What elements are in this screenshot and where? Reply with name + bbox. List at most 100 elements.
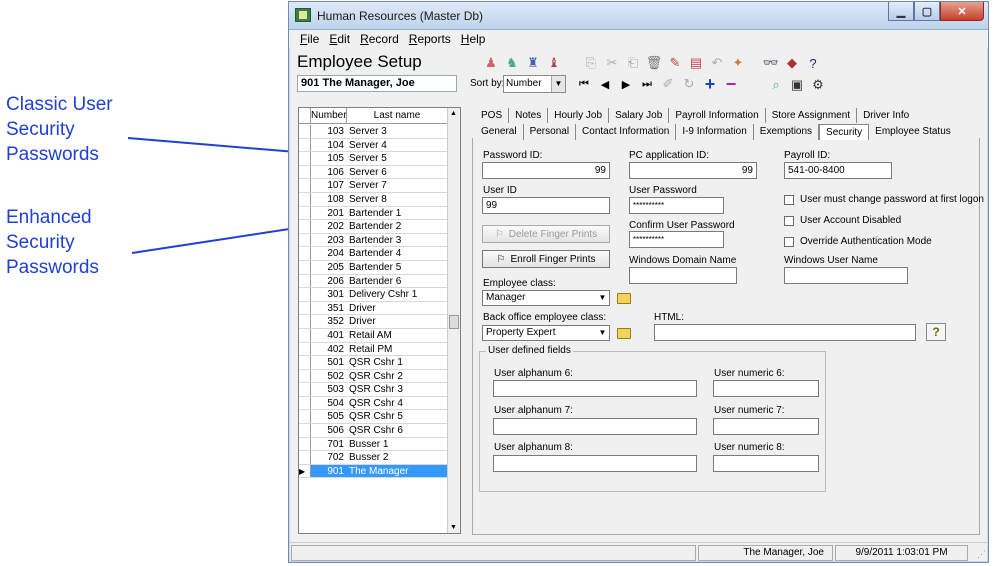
tab-payroll-information[interactable]: Payroll Information xyxy=(669,108,766,123)
pc-app-id-field[interactable]: 99 xyxy=(629,162,757,179)
table-row[interactable]: 206 Bartender 6 xyxy=(299,274,447,289)
account-disabled-checkbox[interactable]: User Account Disabled xyxy=(784,215,901,226)
resize-grip-icon[interactable]: ⋰ xyxy=(977,549,986,560)
window-icon[interactable]: ▣ xyxy=(788,76,806,94)
row-selector[interactable] xyxy=(299,410,311,424)
tab-store-assignment[interactable]: Store Assignment xyxy=(766,108,858,123)
employee-find-icon[interactable]: ♜ xyxy=(524,54,542,72)
trash-icon[interactable]: 🗑 xyxy=(645,54,663,72)
row-selector[interactable] xyxy=(299,451,311,464)
scroll-down-icon[interactable]: ▼ xyxy=(450,524,457,531)
table-row[interactable]: 106 Server 6 xyxy=(299,165,447,180)
row-selector[interactable] xyxy=(299,220,311,233)
next-record-icon[interactable]: ▶ xyxy=(617,75,635,93)
scroll-up-icon[interactable]: ▲ xyxy=(450,110,457,117)
tag-icon[interactable]: ◆ xyxy=(783,54,801,72)
last-record-icon[interactable]: ⏭ xyxy=(638,75,656,93)
close-button[interactable]: ✕ xyxy=(940,2,984,21)
row-selector[interactable] xyxy=(299,138,311,152)
table-row[interactable]: 301 Delivery Cshr 1 xyxy=(299,288,447,302)
checkbox-box[interactable] xyxy=(784,194,794,205)
context-help-icon[interactable]: ? xyxy=(804,54,822,72)
scroll-thumb[interactable] xyxy=(449,315,459,329)
binoculars-icon[interactable]: 👓 xyxy=(762,54,780,72)
checkbox-box[interactable] xyxy=(784,236,794,247)
payroll-id-field[interactable]: 541-00-8400 xyxy=(784,162,892,179)
table-row[interactable]: 103 Server 3 xyxy=(299,125,447,139)
numeric6-field[interactable] xyxy=(713,380,819,397)
table-row[interactable]: 402 Retail PM xyxy=(299,342,447,357)
tab-salary-job[interactable]: Salary Job xyxy=(609,108,670,123)
menu-file[interactable]: File xyxy=(295,30,324,48)
table-row[interactable]: 501 QSR Cshr 1 xyxy=(299,356,447,370)
delete-record-icon[interactable]: − xyxy=(722,74,740,94)
override-auth-checkbox[interactable]: Override Authentication Mode xyxy=(784,236,932,247)
menu-reports[interactable]: Reports xyxy=(404,30,456,48)
row-selector[interactable] xyxy=(299,206,311,220)
numeric7-field[interactable] xyxy=(713,418,819,435)
row-selector[interactable] xyxy=(299,396,311,410)
table-row[interactable]: 506 QSR Cshr 6 xyxy=(299,424,447,438)
table-row[interactable]: ▶ 901 The Manager xyxy=(299,464,447,479)
table-row[interactable]: 702 Busser 2 xyxy=(299,451,447,465)
table-row[interactable]: 205 Bartender 5 xyxy=(299,260,447,275)
paste-icon[interactable]: ⎗ xyxy=(624,54,642,72)
row-selector[interactable] xyxy=(299,192,311,206)
checkbox-box[interactable] xyxy=(784,215,794,226)
maximize-button[interactable]: ▢ xyxy=(914,2,940,21)
numeric8-field[interactable] xyxy=(713,455,819,472)
column-last-name[interactable]: Last name xyxy=(347,108,447,123)
row-selector[interactable] xyxy=(299,179,311,192)
report-icon[interactable]: ▤ xyxy=(687,54,705,72)
table-row[interactable]: 202 Bartender 2 xyxy=(299,220,447,234)
row-selector[interactable] xyxy=(299,342,311,356)
alphanum7-field[interactable] xyxy=(493,418,697,435)
row-selector[interactable] xyxy=(299,247,311,260)
menu-edit[interactable]: Edit xyxy=(324,30,355,48)
table-row[interactable]: 204 Bartender 4 xyxy=(299,247,447,261)
prev-record-icon[interactable]: ◀ xyxy=(596,75,614,93)
menu-help[interactable]: Help xyxy=(456,30,491,48)
copy-icon[interactable]: ⎘ xyxy=(582,54,600,72)
user-password-field[interactable]: ********** xyxy=(629,197,724,214)
employee-class-select[interactable]: Manager ▼ xyxy=(482,290,610,306)
table-row[interactable]: 701 Busser 1 xyxy=(299,437,447,452)
employee-icon[interactable]: ♟ xyxy=(482,54,500,72)
menu-record[interactable]: Record xyxy=(355,30,404,48)
add-record-icon[interactable]: + xyxy=(701,74,719,94)
confirm-password-field[interactable]: ********** xyxy=(629,231,724,248)
folder-icon[interactable] xyxy=(617,293,631,304)
row-selector[interactable] xyxy=(299,233,311,247)
must-change-password-checkbox[interactable]: User must change password at first logon xyxy=(784,194,984,205)
employees-icon[interactable]: ♞ xyxy=(503,54,521,72)
back-office-class-select[interactable]: Property Expert ▼ xyxy=(482,325,610,341)
help-icon[interactable]: ? xyxy=(926,323,946,341)
wand-icon[interactable]: ✦ xyxy=(729,54,747,72)
tab-pos[interactable]: POS xyxy=(475,108,510,123)
table-row[interactable]: 203 Bartender 3 xyxy=(299,233,447,248)
cut-icon[interactable]: ✂ xyxy=(603,54,621,72)
row-selector[interactable] xyxy=(299,437,311,451)
windows-user-field[interactable] xyxy=(784,267,908,284)
html-field[interactable] xyxy=(654,324,916,341)
row-selector[interactable] xyxy=(299,356,311,369)
row-selector[interactable] xyxy=(299,165,311,179)
first-record-icon[interactable]: ⏮ xyxy=(575,75,593,93)
delete-fingerprints-button[interactable]: ⚐ Delete Finger Prints xyxy=(482,225,610,243)
row-selector[interactable] xyxy=(299,383,311,396)
settings-icon[interactable]: ⚙ xyxy=(809,76,827,94)
undo-icon[interactable]: ↶ xyxy=(708,54,726,72)
row-selector[interactable] xyxy=(299,260,311,274)
table-row[interactable]: 352 Driver xyxy=(299,315,447,329)
row-selector[interactable] xyxy=(299,288,311,301)
table-row[interactable]: 105 Server 5 xyxy=(299,152,447,166)
row-selector[interactable] xyxy=(299,315,311,328)
row-selector[interactable] xyxy=(299,301,311,315)
list-scrollbar[interactable]: ▲ ▼ xyxy=(447,108,460,533)
table-row[interactable]: 502 QSR Cshr 2 xyxy=(299,369,447,384)
domain-field[interactable] xyxy=(629,267,737,284)
password-id-field[interactable]: 99 xyxy=(482,162,610,179)
table-row[interactable]: 504 QSR Cshr 4 xyxy=(299,396,447,411)
row-selector[interactable] xyxy=(299,152,311,165)
row-selector[interactable] xyxy=(299,328,311,342)
